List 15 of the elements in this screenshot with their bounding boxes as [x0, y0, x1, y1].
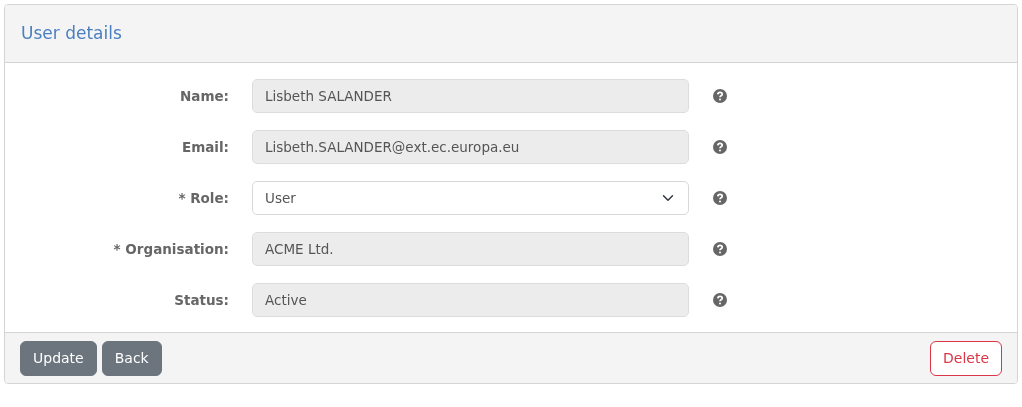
field-label: Email: — [180, 137, 229, 157]
field-label: * Role: — [177, 188, 229, 208]
field-label: * Organisation: — [112, 239, 229, 259]
delete-button[interactable]: Delete — [930, 340, 1002, 376]
help-icon[interactable] — [713, 242, 727, 256]
action-button[interactable]: Back — [101, 340, 162, 376]
help-icon[interactable] — [713, 140, 727, 154]
help-icon[interactable] — [713, 89, 727, 103]
field-label: Name: — [178, 86, 229, 106]
role-dropdown[interactable]: User — [252, 181, 689, 215]
panel-title: User details — [21, 23, 122, 44]
help-icon[interactable] — [713, 191, 727, 205]
action-button[interactable]: Update — [20, 340, 97, 376]
field-label: Status: — [173, 290, 229, 310]
help-icon[interactable] — [713, 293, 727, 307]
